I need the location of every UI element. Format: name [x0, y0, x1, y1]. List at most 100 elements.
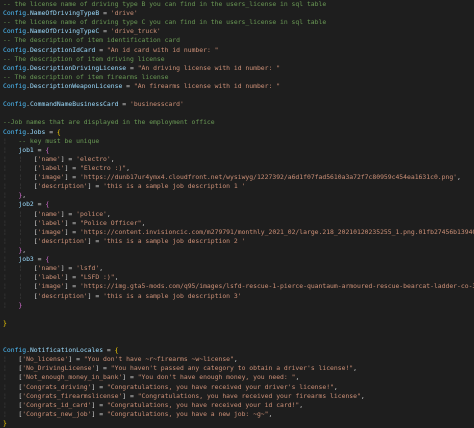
indent-guide: ¦ — [3, 373, 19, 382]
code-token: NotificationLocales — [29, 346, 104, 355]
code-line[interactable] — [0, 91, 474, 100]
code-token: 'No_DrivingLicense' — [22, 364, 96, 373]
code-line[interactable]: } — [0, 419, 474, 428]
code-token: } — [18, 300, 23, 309]
indent-guide: ¦ — [3, 145, 19, 154]
indent-guide: ¦ — [3, 245, 19, 254]
code-token: 'this is a sample job description 1 ' — [103, 182, 246, 191]
code-line[interactable]: -- The description of item firearms lice… — [0, 73, 474, 82]
code-token: ] = — [87, 182, 104, 191]
code-token: ] = — [60, 264, 77, 273]
code-token: 'this is a sample job description 3' — [103, 291, 242, 300]
code-token: ] = — [95, 364, 111, 373]
code-line[interactable]: ¦ ¦ ['name'] = 'electro', — [0, 155, 474, 164]
code-token: ] = — [64, 163, 80, 172]
code-line[interactable]: ¦ ¦ ['label'] = "Police Officer", — [0, 219, 474, 228]
code-token: ] = — [64, 218, 80, 227]
code-line[interactable]: ¦ ¦ ['image'] = 'https://content.invisio… — [0, 228, 474, 237]
code-line[interactable]: ¦ ['No_DrivingLicense'] = "You haven't p… — [0, 364, 474, 373]
code-token: 'image' — [37, 227, 65, 236]
code-token: -- The description of item identificatio… — [3, 36, 180, 45]
code-token: "Congratulations, you have received your… — [137, 391, 361, 400]
code-line[interactable]: Config.Jobs = { — [0, 128, 474, 137]
code-line[interactable]: ¦ job2 = { — [0, 200, 474, 209]
indent-guide: ¦ — [3, 136, 19, 145]
code-editor[interactable]: -- the license name of driving type B yo… — [0, 0, 474, 427]
indent-guide: ¦ ¦ — [3, 173, 34, 182]
code-token: "You don't have ~r~firearms ~w~license" — [83, 355, 234, 364]
code-token: 'lsfd' — [76, 264, 100, 273]
code-line[interactable]: ¦ ¦ ['description'] = 'this is a sample … — [0, 182, 474, 191]
code-line[interactable] — [0, 310, 474, 319]
code-token: Config — [3, 9, 27, 18]
code-line[interactable]: ¦ ¦ ['image'] = 'https://dunb17ur4ymx4.c… — [0, 173, 474, 182]
code-line[interactable]: ¦ ¦ ['name'] = 'lsfd', — [0, 264, 474, 273]
code-token: 'businesscard' — [130, 100, 184, 109]
code-line[interactable]: ¦ }, — [0, 246, 474, 255]
code-token: = — [118, 100, 130, 109]
code-token: Config — [3, 81, 27, 90]
indent-guide: ¦ ¦ — [3, 273, 34, 282]
code-token: 'Not_enough_money_in_bank' — [22, 373, 123, 382]
code-token: NameOfDrivingTypeC — [29, 27, 100, 36]
indent-guide: ¦ ¦ — [3, 227, 34, 236]
code-token: NameOfDrivingTypeB — [29, 9, 100, 18]
code-line[interactable]: ¦ job3 = { — [0, 255, 474, 264]
code-token: = — [103, 346, 115, 355]
code-line[interactable]: ¦ ¦ ['description'] = 'this is a sample … — [0, 237, 474, 246]
code-line[interactable]: ¦ ['Congrats_driving'] = "Congratulation… — [0, 383, 474, 392]
code-line[interactable]: ¦ } — [0, 301, 474, 310]
code-token: 'image' — [37, 173, 65, 182]
code-token: 'description' — [37, 236, 88, 245]
code-token: 'Congrats_firearmslicense' — [22, 391, 123, 400]
indent-guide: ¦ ¦ — [3, 154, 34, 163]
code-line[interactable]: } — [0, 319, 474, 328]
code-line[interactable]: --Job names that are displayed in the em… — [0, 118, 474, 127]
code-line[interactable]: Config.CommandNameBusinessCard = 'busine… — [0, 100, 474, 109]
code-line[interactable]: ¦ job1 = { — [0, 146, 474, 155]
code-token: Config — [3, 100, 27, 109]
code-token: "Electro :)" — [79, 163, 127, 172]
code-token: 'Congrats_driving' — [22, 382, 92, 391]
code-line[interactable]: -- The description of item driving licen… — [0, 55, 474, 64]
code-line[interactable]: Config.NotificationLocales = { — [0, 346, 474, 355]
code-token: 'name' — [37, 154, 61, 163]
code-line[interactable] — [0, 109, 474, 118]
code-line[interactable] — [0, 328, 474, 337]
code-line[interactable]: Config.DescriptionWeaponLicense = "An fi… — [0, 82, 474, 91]
code-line[interactable]: ¦ ¦ ['name'] = 'police', — [0, 210, 474, 219]
code-token: 'No_license' — [22, 355, 69, 364]
code-line[interactable]: ¦ ¦ ['image'] = 'https://img.gta5-mods.c… — [0, 282, 474, 291]
code-token: 'label' — [37, 218, 65, 227]
code-line[interactable]: ¦ ['Congrats_new_job'] = "Congratulation… — [0, 410, 474, 419]
code-line[interactable]: ¦ ['Congrats_firearmslicense'] = "Congra… — [0, 392, 474, 401]
code-line[interactable]: ¦ ¦ ['label'] = "LSFD :)", — [0, 273, 474, 282]
code-token: job2 — [18, 200, 34, 209]
code-token: , — [22, 191, 27, 200]
code-line[interactable]: ¦ -- key must be unique — [0, 137, 474, 146]
code-token: 'description' — [37, 182, 88, 191]
code-line[interactable]: Config.DescriptionIdCard = "An id card w… — [0, 46, 474, 55]
code-token: "You don't have enough money, you need: … — [137, 373, 296, 382]
code-line[interactable]: ¦ ['No_license'] = "You don't have ~r~fi… — [0, 355, 474, 364]
code-line[interactable]: ¦ ['Congrats_id_card'] = "Congratulation… — [0, 401, 474, 410]
code-token: DescriptionDrivingLicense — [29, 63, 127, 72]
code-line[interactable]: Config.DescriptionDrivingLicense = "An d… — [0, 64, 474, 73]
code-line[interactable]: ¦ ¦ ['description'] = 'this is a sample … — [0, 292, 474, 301]
code-token: Config — [3, 27, 27, 36]
code-line[interactable]: -- the license name of driving type C yo… — [0, 18, 474, 27]
indent-guide: ¦ ¦ — [3, 182, 34, 191]
code-line[interactable]: ¦ ¦ ['label'] = "Electro :)", — [0, 164, 474, 173]
code-token: 'label' — [37, 163, 65, 172]
code-token: "You haven't passed any category to obta… — [110, 364, 354, 373]
code-line[interactable]: Config.NameOfDrivingTypeC = 'drive_truck… — [0, 27, 474, 36]
indent-guide: ¦ — [3, 391, 19, 400]
code-token: , — [106, 209, 111, 218]
code-line[interactable]: Config.NameOfDrivingTypeB = 'drive' — [0, 9, 474, 18]
code-line[interactable]: -- the license name of driving type B yo… — [0, 0, 474, 9]
code-token: Config — [3, 63, 27, 72]
code-line[interactable]: ¦ }, — [0, 191, 474, 200]
code-line[interactable]: ¦ ['Not_enough_money_in_bank'] = "You do… — [0, 373, 474, 382]
code-line[interactable]: -- The description of item identificatio… — [0, 36, 474, 45]
code-line[interactable] — [0, 337, 474, 346]
